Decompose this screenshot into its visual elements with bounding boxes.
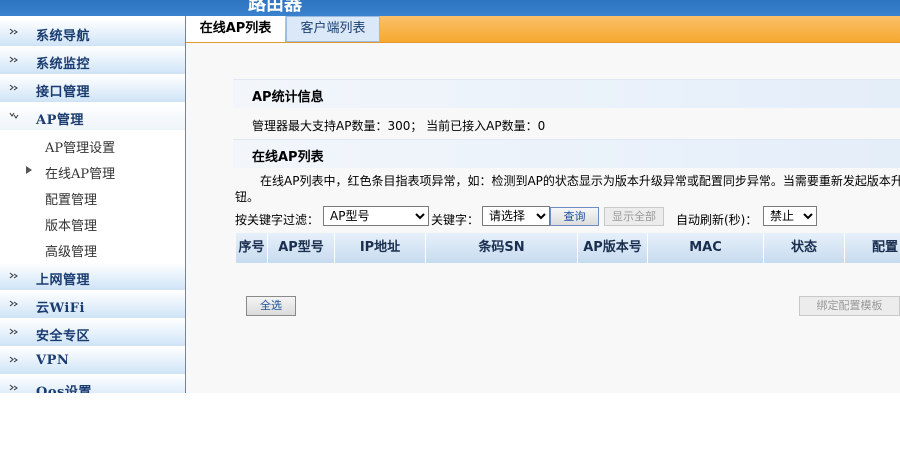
sidebar-item-security[interactable]: 安全专区: [0, 319, 185, 346]
sidebar-subitem-version[interactable]: 版本管理: [0, 209, 185, 235]
sidebar-item-label: 系统监控: [36, 57, 91, 72]
sidebar-item-label: VPN: [36, 353, 70, 368]
filter-type-select[interactable]: AP型号: [323, 206, 429, 226]
auto-refresh-label: 自动刷新(秒)：: [676, 213, 758, 227]
stats-section-header: AP统计信息: [233, 79, 900, 108]
sidebar-item-system-monitor[interactable]: 系统监控: [0, 47, 185, 74]
sidebar-item-qos[interactable]: Qos设置: [0, 375, 185, 393]
expand-icon: [9, 300, 18, 307]
top-banner: 路由器: [0, 0, 900, 16]
list-section-header: 在线AP列表: [233, 139, 900, 168]
stats-text: 管理器最大支持AP数量：300； 当前已接入AP数量：0: [252, 119, 546, 133]
expand-icon: [9, 328, 18, 335]
select-all-button[interactable]: 全选: [246, 296, 296, 316]
list-note-cont: 钮。: [235, 190, 260, 204]
column-header-config[interactable]: 配置: [845, 233, 900, 263]
collapse-icon: [9, 112, 19, 119]
sidebar-subitem-online-ap[interactable]: 在线AP管理: [0, 157, 185, 183]
expand-icon: [9, 84, 18, 91]
main-content: AP统计信息 管理器最大支持AP数量：300； 当前已接入AP数量：0 在线AP…: [186, 43, 900, 393]
sidebar-subitem-config[interactable]: 配置管理: [0, 183, 185, 209]
sidebar-item-label: 接口管理: [36, 85, 91, 100]
column-header-index[interactable]: 序号: [236, 233, 268, 263]
keyword-select[interactable]: 请选择: [482, 206, 550, 226]
list-note: 在线AP列表中，红色条目指表项异常，如：检测到AP的状态显示为版本升级异常或配置…: [260, 174, 900, 188]
auto-refresh-select[interactable]: 禁止: [763, 206, 817, 226]
stats-heading: AP统计信息: [252, 90, 324, 105]
sidebar-item-cloud-wifi[interactable]: 云WiFi: [0, 291, 185, 318]
sidebar-subitem-label: 在线AP管理: [45, 167, 116, 182]
sidebar-item-label: 上网管理: [36, 273, 91, 288]
column-header-mac[interactable]: MAC: [648, 233, 764, 263]
sidebar-item-ap-management[interactable]: AP管理: [0, 103, 185, 130]
bind-config-template-button[interactable]: 绑定配置模板: [799, 296, 900, 316]
expand-icon: [9, 272, 18, 279]
sidebar-item-label: 系统导航: [36, 29, 91, 44]
sidebar-item-vpn[interactable]: VPN: [0, 347, 185, 374]
sidebar-subitem-advanced[interactable]: 高级管理: [0, 235, 185, 261]
filter-label: 按关键字过滤：: [235, 213, 320, 227]
app-title: 路由器: [248, 0, 302, 15]
sidebar-item-label: AP管理: [36, 113, 84, 128]
column-header-version[interactable]: AP版本号: [578, 233, 648, 263]
ap-table-header: 序号 AP型号 IP地址 条码SN AP版本号 MAC 状态 配置: [236, 233, 900, 263]
keyword-label: 关键字：: [431, 213, 480, 227]
show-all-button[interactable]: 显示全部: [604, 207, 664, 226]
tab-bar: 在线AP列表 客户端列表: [186, 16, 900, 43]
column-header-ap-model[interactable]: AP型号: [268, 233, 335, 263]
sidebar-item-interface[interactable]: 接口管理: [0, 75, 185, 102]
selected-arrow-icon: [26, 166, 32, 174]
sidebar-item-label: 云WiFi: [36, 301, 85, 316]
expand-icon: [9, 28, 18, 35]
sidebar-subitem-label: 配置管理: [45, 193, 98, 208]
sidebar-subitem-label: AP管理设置: [45, 141, 116, 156]
sidebar-nav: 系统导航 系统监控 接口管理 AP管理 AP管理设置 在线AP管理 配置管理 版…: [0, 16, 186, 393]
list-heading: 在线AP列表: [252, 150, 324, 165]
expand-icon: [9, 56, 18, 63]
sidebar-subitem-label: 版本管理: [45, 219, 98, 234]
sidebar-subitem-ap-settings[interactable]: AP管理设置: [0, 131, 185, 157]
page-bottom-blank: [0, 393, 900, 460]
column-header-status[interactable]: 状态: [764, 233, 845, 263]
sidebar-subitem-label: 高级管理: [45, 245, 98, 260]
sidebar-item-label: 安全专区: [36, 329, 91, 344]
column-header-sn[interactable]: 条码SN: [426, 233, 578, 263]
query-button[interactable]: 查询: [550, 207, 599, 226]
tab-online-ap-list[interactable]: 在线AP列表: [186, 16, 285, 42]
tab-client-list[interactable]: 客户端列表: [286, 16, 380, 42]
sidebar-item-internet[interactable]: 上网管理: [0, 263, 185, 290]
expand-icon: [9, 356, 18, 363]
sidebar-item-label: Qos设置: [36, 385, 92, 393]
expand-icon: [9, 384, 18, 391]
sidebar-item-system-nav[interactable]: 系统导航: [0, 19, 185, 46]
column-header-ip[interactable]: IP地址: [335, 233, 426, 263]
